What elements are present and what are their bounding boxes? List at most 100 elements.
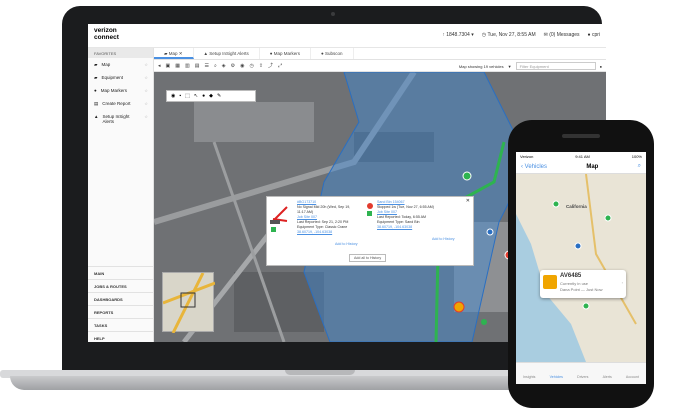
edit-icon[interactable]: ✎ [217,93,221,99]
chevron-left-icon: ‹ [521,163,523,170]
layout-icon[interactable]: ▣ [166,63,171,69]
laptop-notch [285,370,355,375]
list-icon[interactable]: ☰ [204,63,208,69]
user-icon: ● [321,51,324,56]
back-button[interactable]: ‹ Vehicles [521,164,547,170]
popup-left-coords[interactable]: 38.60719, -104.63038 [297,230,350,235]
filter-icon[interactable]: ▼ [508,64,512,69]
phone-screen: Verizon 9:41 AM 100% ‹ Vehicles Map ⌕ Ca… [516,152,646,384]
phone-status-bar: Verizon 9:41 AM 100% [516,152,646,160]
sidebar: FAVORITES ▰ Map ☆ ▰ Equipment ☆ ● Map Markers… [88,48,154,342]
phone-map-canvas [516,174,646,362]
nav-help[interactable]: HELP [88,331,154,342]
phone-tab-bar: Insights Vehicles Drivers Alerts Account [516,362,646,384]
vehicle-time: Just Now [586,287,603,292]
filter-equipment-input[interactable]: Filter Equipment [515,62,596,70]
map-region-label: California [566,204,587,209]
vehicle-card[interactable]: AV6485 Currently in use Dana Point — Jus… [540,270,626,298]
tab-insights[interactable]: Insights [523,375,535,384]
collapse-icon[interactable]: ◂ [158,63,161,69]
report-icon: ▤ [94,101,99,106]
status-dot [367,211,372,216]
tab-account[interactable]: Account [626,375,639,384]
split-icon[interactable]: ▥ [185,63,190,69]
tab-subscon[interactable]: ● Subscon [311,48,354,59]
sidebar-item-alerts[interactable]: ▲ Setup InSight Alerts ☆ [88,110,153,130]
truck-icon: ▰ [94,62,98,67]
share-icon[interactable]: ⇪ [259,63,263,69]
nav-main[interactable]: MAIN [88,266,154,279]
stop-icon [367,203,373,209]
tab-alerts[interactable]: ▲ Setup InSight Alerts [194,48,260,59]
clock-icon[interactable]: ◷ [249,63,253,69]
search-icon[interactable]: ⌕ [638,163,641,170]
vehicle-popup: ✕ #BG173710 No Signal Mid 20h (Wed, Sep … [266,196,474,266]
eye-icon[interactable]: ◉ [171,93,175,99]
marker-icon[interactable]: ◉ [240,63,244,69]
datetime: ◷ Tue, Nov 27, 8:55 AM [481,32,536,38]
select-icon[interactable]: ▪ [179,93,181,99]
chat-icon[interactable]: ◆ [209,93,213,99]
tab-drivers[interactable]: Drivers [577,375,588,384]
equipment-icon: ▰ [94,75,98,80]
tab-map[interactable]: ▰ Map ✕ [154,48,194,59]
pin-icon[interactable]: ● [202,93,205,99]
route-icon[interactable]: ⤴ [268,62,273,69]
add-history-right-link[interactable]: Add to History [432,237,455,241]
layers-icon[interactable]: ◈ [222,63,226,69]
truck-icon: ▰ [164,51,168,56]
pan-icon[interactable]: ↖ [194,93,198,99]
chevron-right-icon: › [621,280,623,285]
app-header: verizon connect ↑ 1848.7304 ▾ ◷ Tue, Nov … [88,24,606,48]
clock-icon: ◷ [481,32,487,38]
popup-left-details: #BG173710 No Signal Mid 20h (Wed, Sep 19… [297,200,351,235]
phone-nav-bar: ‹ Vehicles Map ⌕ [516,160,646,174]
crane-icon [269,203,291,225]
settings-icon[interactable]: ⚙ [231,63,235,69]
sidebar-item-create-report[interactable]: ▤ Create Report ☆ [88,97,153,110]
minimap[interactable] [162,272,216,334]
add-history-left-link[interactable]: Add to History [335,242,358,246]
phone-map[interactable]: California AV6485 Currently in use Dana … [516,174,646,362]
user-icon: ● [587,32,591,38]
sidebar-item-map-markers[interactable]: ● Map Markers ☆ [88,84,153,97]
phone-title: Map [586,163,599,170]
expand-icon[interactable]: ⤢ [278,63,282,69]
vehicle-status: Currently in use [560,281,589,286]
nav-dashboards[interactable]: DASHBOARDS [88,292,154,305]
popup-right-details: Sand Bin 154067 Stopped 1w (Tue, Nov 27,… [377,200,434,230]
phone-speaker [562,134,600,138]
sidebar-item-equipment[interactable]: ▰ Equipment ☆ [88,71,153,84]
vehicle-count[interactable]: ↑ 1848.7304 ▾ [442,32,473,38]
tab-alerts[interactable]: Alerts [603,375,612,384]
time-label: 9:41 AM [575,154,590,159]
grid-icon[interactable]: ▦ [175,63,180,69]
star-icon: ☆ [144,62,148,67]
popup-right-coords[interactable]: 38.60719, -104.63038 [377,225,434,230]
close-icon[interactable]: ✕ [466,198,470,204]
tab-map-markers[interactable]: ● Map Markers [260,48,312,59]
tab-vehicles[interactable]: Vehicles [550,375,563,384]
nav-reports[interactable]: REPORTS [88,305,154,318]
arrow-up-icon: ↑ [442,32,445,38]
nav-jobs-routes[interactable]: JOBS & ROUTES [88,279,154,292]
search-icon[interactable]: ⌕ [214,63,217,69]
add-all-history-button[interactable]: Add all to History [349,254,387,262]
star-icon: ☆ [144,101,148,106]
map-draw-tools: ◉ ▪ ⬚ ↖ ● ◆ ✎ [166,90,256,102]
box-select-icon[interactable]: ⬚ [185,93,190,99]
nav-tasks[interactable]: TASKS [88,318,154,331]
alert-icon: ▲ [94,114,99,119]
truck-icon [543,275,557,289]
table-icon[interactable]: ▤ [195,63,200,69]
brand-logo[interactable]: verizon connect [94,27,119,41]
vehicle-id: AV6485 [560,273,582,279]
user-icon[interactable]: ● [600,64,602,69]
user-menu[interactable]: ● cpri [588,32,600,38]
messages-link[interactable]: ✉ (0) Messages [544,32,580,38]
sidebar-header: FAVORITES [88,48,153,58]
carrier-label: Verizon [520,154,534,159]
status-dot [271,227,276,232]
sidebar-item-map[interactable]: ▰ Map ☆ [88,58,153,71]
map-showing-label: Map showing 19 vehicles [458,63,504,69]
